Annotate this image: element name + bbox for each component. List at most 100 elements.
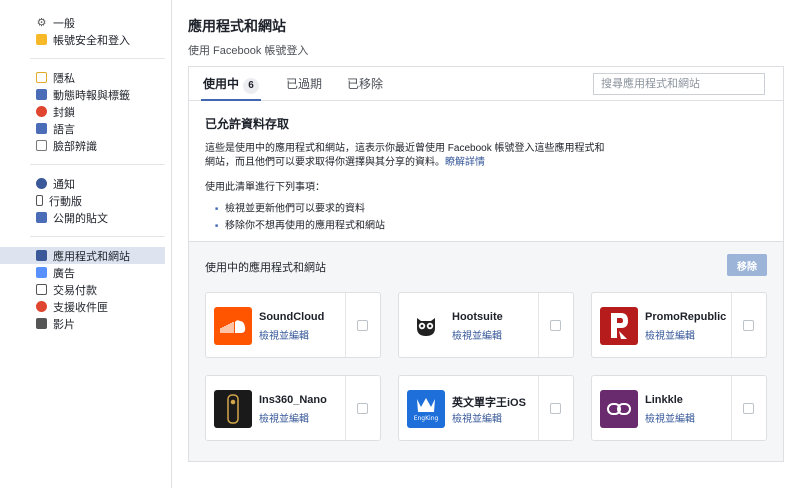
app-card-engking[interactable]: EngKing 英文單字王iOS 檢視並編輯: [398, 375, 574, 441]
sidebar-item-payments[interactable]: 交易付款: [0, 281, 165, 298]
card-divider: [538, 376, 539, 440]
engking-icon: EngKing: [407, 390, 445, 428]
sidebar-item-public-posts[interactable]: 公開的貼文: [0, 209, 165, 226]
view-edit-link[interactable]: 檢視並編輯: [645, 327, 695, 342]
sidebar-item-language[interactable]: 語言: [0, 120, 165, 137]
sidebar-item-label: 一般: [53, 17, 75, 30]
sidebar-item-block[interactable]: 封鎖: [0, 103, 165, 120]
learn-more-link[interactable]: 瞭解詳情: [445, 157, 485, 168]
mobile-icon: [36, 195, 43, 206]
tab-bar: 使用中 6 已過期 已移除: [189, 67, 783, 101]
sidebar-item-label: 行動版: [49, 195, 82, 208]
tab-removed[interactable]: 已移除: [347, 67, 383, 101]
sidebar-item-notifications[interactable]: 通知: [0, 175, 165, 192]
apps-icon: [36, 250, 47, 261]
shield-icon: [36, 34, 47, 45]
hootsuite-owl-icon: [407, 307, 445, 345]
main-content: 應用程式和網站 使用 Facebook 帳號登入 使用中6 已過期 已移除 已允…: [188, 0, 788, 462]
sidebar-item-label: 影片: [53, 318, 75, 331]
nav-group-notifications: 通知 行動版 公開的貼文: [30, 175, 165, 237]
card-divider: [345, 293, 346, 357]
sidebar-item-label: 應用程式和網站: [53, 250, 130, 263]
app-card-linkkle[interactable]: Linkkle 檢視並編輯: [591, 375, 767, 441]
sidebar-item-label: 臉部辨識: [53, 140, 97, 153]
section-title: 已允許資料存取: [205, 117, 290, 131]
sidebar-item-apps[interactable]: 應用程式和網站: [0, 247, 165, 264]
language-icon: [36, 123, 47, 134]
globe-icon: [36, 178, 47, 189]
remove-button[interactable]: 移除: [727, 254, 767, 276]
support-icon: [36, 301, 47, 312]
apps-header: 使用中的應用程式和網站: [205, 262, 326, 274]
privacy-lock-icon: [36, 72, 47, 83]
app-name: Linkkle: [645, 394, 683, 406]
apps-panel: 使用中6 已過期 已移除 已允許資料存取 這些是使用中的應用程式和網站，這表示你…: [188, 66, 784, 462]
sidebar-item-label: 交易付款: [53, 284, 97, 297]
select-checkbox[interactable]: [743, 320, 754, 331]
face-recognition-icon: [36, 140, 47, 151]
sidebar-item-security[interactable]: 帳號安全和登入: [0, 31, 165, 48]
app-card-promorepublic[interactable]: PromoRepublic 檢視並編輯: [591, 292, 767, 358]
ads-icon: [36, 267, 47, 278]
page-subtitle: 使用 Facebook 帳號登入: [188, 45, 309, 57]
card-divider: [345, 376, 346, 440]
description-text: 這些是使用中的應用程式和網站，這表示你最近曾使用 Facebook 帳號登入這些…: [205, 143, 605, 168]
timeline-icon: [36, 89, 47, 100]
tab-active[interactable]: 使用中 6: [201, 67, 262, 101]
card-divider: [731, 293, 732, 357]
app-name: Ins360_Nano: [259, 394, 327, 406]
ins360-nano-icon: [214, 390, 252, 428]
sidebar-item-general[interactable]: ⚙ 一般: [0, 14, 165, 31]
sidebar-item-label: 廣告: [53, 267, 75, 280]
sidebar-item-timeline[interactable]: 動態時報與標籤: [0, 86, 165, 103]
sidebar-item-face-recognition[interactable]: 臉部辨識: [0, 137, 165, 154]
svg-text:EngKing: EngKing: [414, 415, 439, 422]
list-item: 檢視並更新他們可以要求的資料: [215, 201, 767, 218]
todo-list: 檢視並更新他們可以要求的資料 移除你不想再使用的應用程式和網站: [205, 201, 767, 234]
sidebar-item-ads[interactable]: 廣告: [0, 264, 165, 281]
select-checkbox[interactable]: [550, 403, 561, 414]
payment-icon: [36, 284, 47, 295]
card-divider: [731, 376, 732, 440]
gear-icon: ⚙: [36, 17, 47, 29]
view-edit-link[interactable]: 檢視並編輯: [259, 327, 309, 342]
view-edit-link[interactable]: 檢視並編輯: [645, 410, 695, 425]
nav-group-apps: 應用程式和網站 廣告 交易付款 支援收件匣 影片: [0, 247, 165, 342]
app-card-soundcloud[interactable]: SoundCloud 檢視並編輯: [205, 292, 381, 358]
select-checkbox[interactable]: [357, 320, 368, 331]
sidebar-item-privacy[interactable]: 隱私: [0, 69, 165, 86]
app-name: PromoRepublic: [645, 311, 727, 323]
view-edit-link[interactable]: 檢視並編輯: [452, 410, 502, 425]
soundcloud-icon: [214, 307, 252, 345]
sidebar-item-label: 支援收件匣: [53, 301, 108, 314]
select-checkbox[interactable]: [357, 403, 368, 414]
view-edit-link[interactable]: 檢視並編輯: [452, 327, 502, 342]
todo-title: 使用此清單進行下列事項：: [205, 182, 325, 193]
sidebar-item-mobile[interactable]: 行動版: [0, 192, 165, 209]
sidebar-item-label: 語言: [53, 123, 75, 136]
sidebar-item-label: 通知: [53, 178, 75, 191]
sidebar-item-label: 隱私: [53, 72, 75, 85]
app-name: SoundCloud: [259, 311, 325, 323]
nav-group-privacy: 隱私 動態時報與標籤 封鎖 語言 臉部辨識: [30, 69, 165, 165]
app-card-ins360-nano[interactable]: Ins360_Nano 檢視並編輯: [205, 375, 381, 441]
list-item: 移除你不想再使用的應用程式和網站: [215, 218, 767, 235]
sidebar-item-label: 動態時報與標籤: [53, 89, 130, 102]
sidebar-item-label: 公開的貼文: [53, 212, 108, 225]
allowed-section: 已允許資料存取 這些是使用中的應用程式和網站，這表示你最近曾使用 Faceboo…: [189, 101, 783, 234]
tab-label: 使用中: [203, 77, 240, 91]
sidebar-item-support-inbox[interactable]: 支援收件匣: [0, 298, 165, 315]
view-edit-link[interactable]: 檢視並編輯: [259, 410, 309, 425]
app-card-hootsuite[interactable]: Hootsuite 檢視並編輯: [398, 292, 574, 358]
section-description: 這些是使用中的應用程式和網站，這表示你最近曾使用 Facebook 帳號登入這些…: [205, 142, 605, 170]
search-input[interactable]: [593, 73, 765, 95]
video-icon: [36, 318, 47, 329]
select-checkbox[interactable]: [550, 320, 561, 331]
tab-expired[interactable]: 已過期: [286, 67, 322, 101]
select-checkbox[interactable]: [743, 403, 754, 414]
active-apps-area: 使用中的應用程式和網站 移除 SoundCloud 檢視並編輯 Hootsuit…: [189, 241, 783, 461]
sidebar-item-videos[interactable]: 影片: [0, 315, 165, 332]
page-title: 應用程式和網站: [188, 18, 286, 34]
block-icon: [36, 106, 47, 117]
app-name: Hootsuite: [452, 311, 503, 323]
